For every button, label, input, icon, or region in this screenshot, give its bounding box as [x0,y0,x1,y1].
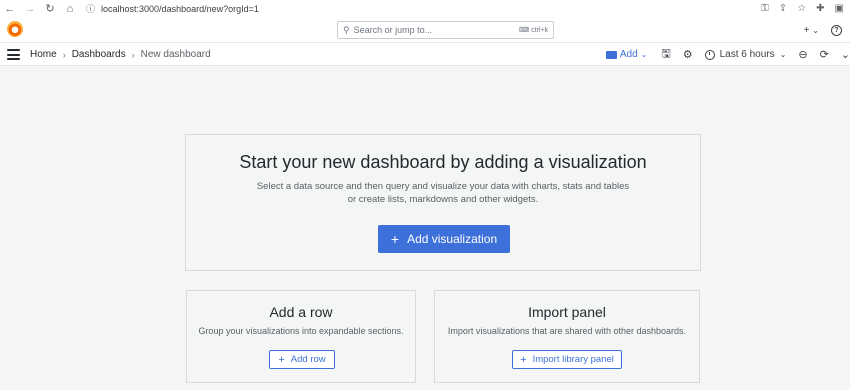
hero-title: Start your new dashboard by adding a vis… [239,152,647,172]
settings-gear-icon[interactable]: ⚙ [683,48,693,61]
time-range-label: Last 6 hours [719,49,775,60]
reload-icon[interactable]: ↻ [40,2,60,15]
add-row-label: Add row [290,354,326,365]
plus-icon: + [278,353,285,366]
forward-arrow-icon[interactable]: → [20,3,40,15]
new-menu-button[interactable]: + ⌄ [804,25,819,36]
empty-dashboard-panel: Start your new dashboard by adding a vis… [185,134,701,271]
share-icon[interactable]: ⇪ [779,3,787,14]
chevron-down-icon: ⌄ [779,50,787,59]
add-row-card: Add a row Group your visualizations into… [186,290,416,383]
hero-description-line2: or create lists, markdowns and other wid… [347,194,539,205]
key-icon[interactable]: ⚿ [761,3,769,14]
add-visualization-label: Add visualization [407,232,498,246]
search-icon: ⚲ [343,24,350,35]
breadcrumb-dashboards[interactable]: Dashboards [72,49,126,60]
address-bar[interactable]: ⓘ localhost:3000/dashboard/new?orgId=1 [86,2,259,15]
back-arrow-icon[interactable]: ← [0,3,20,15]
home-icon[interactable]: ⌂ [60,3,80,15]
clock-icon [704,49,715,60]
breadcrumb-current: New dashboard [140,49,211,60]
site-info-icon[interactable]: ⓘ [86,2,95,15]
breadcrumb: Home › Dashboards › New dashboard [30,43,211,66]
browser-toolbar: ← → ↻ ⌂ ⓘ localhost:3000/dashboard/new?o… [0,0,850,17]
zoom-out-icon[interactable]: ⊖ [798,48,807,61]
star-icon[interactable]: ☆ [797,3,806,14]
chevron-right-icon: › [62,49,66,60]
add-panel-icon [605,50,617,59]
help-icon[interactable]: ? [831,24,842,36]
plus-icon: + [390,231,400,247]
refresh-interval-chevron-icon[interactable]: ⌄ [841,48,850,61]
search-input[interactable]: ⚲ Search or jump to... ⌨ ctrl+k [337,21,554,39]
chevron-right-icon: › [131,49,135,60]
add-visualization-button[interactable]: + Add visualization [378,225,510,253]
dashboard-toolbar: Home › Dashboards › New dashboard Add ⌄ … [0,43,850,66]
shortcut-text: ctrl+k [531,27,548,34]
refresh-icon[interactable]: ⟳ [820,48,829,61]
extensions-icon[interactable]: ✚ [816,3,824,14]
keyboard-shortcut-hint: ⌨ ctrl+k [519,27,548,34]
import-panel-card: Import panel Import visualizations that … [434,290,700,383]
url-text: localhost:3000/dashboard/new?orgId=1 [101,3,259,14]
add-row-title: Add a row [269,304,333,320]
hero-description-line1: Select a data source and then query and … [256,181,630,192]
grafana-logo-icon[interactable] [7,21,23,37]
add-button-label: Add [619,49,638,60]
save-icon[interactable]: 🖫 [661,45,670,64]
time-range-picker[interactable]: Last 6 hours ⌄ [704,49,787,60]
chevron-down-icon: ⌄ [812,25,819,35]
search-placeholder: Search or jump to... [353,25,433,35]
top-navigation: ⚲ Search or jump to... ⌨ ctrl+k + ⌄ ? [0,17,850,43]
import-panel-description: Import visualizations that are shared wi… [447,326,687,336]
import-panel-title: Import panel [528,304,606,320]
side-panel-icon[interactable]: ▣ [835,3,844,14]
breadcrumb-home[interactable]: Home [30,49,57,60]
add-row-button[interactable]: + Add row [269,350,335,369]
menu-icon[interactable] [7,49,20,60]
plus-icon: + [520,353,527,366]
import-library-panel-label: Import library panel [532,354,614,365]
add-row-description: Group your visualizations into expandabl… [198,326,404,336]
add-button[interactable]: Add ⌄ [605,49,648,60]
chevron-down-icon: ⌄ [640,50,648,59]
import-library-panel-button[interactable]: + Import library panel [512,350,622,369]
